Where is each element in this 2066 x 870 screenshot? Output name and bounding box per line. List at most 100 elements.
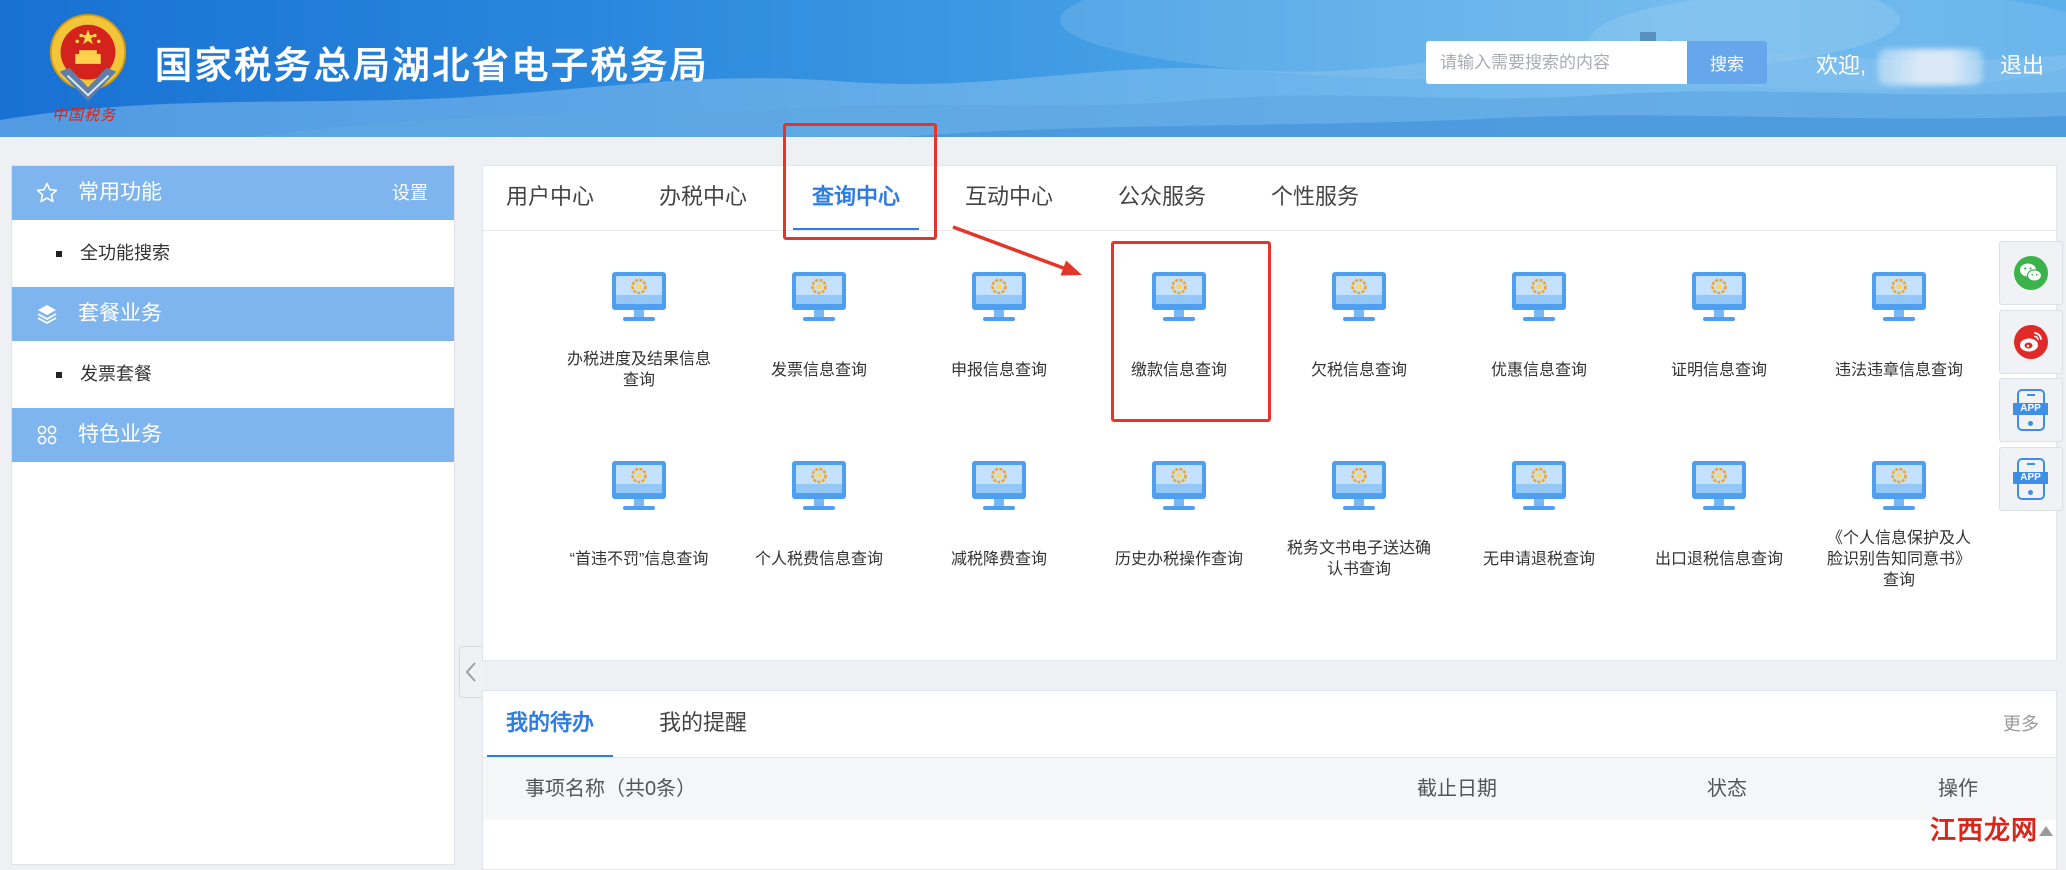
query-tile-label: 减税降费查询 [950,550,1047,568]
query-tile-preferential-info[interactable]: 优惠信息查询 [1449,270,1629,402]
sidebar-collapse-button[interactable] [459,646,482,698]
app-icon: APP [2013,389,2048,431]
query-tile-label: 无申请退税查询 [1482,550,1595,568]
weibo-button[interactable] [1999,310,2063,374]
query-tile-label: 出口退税信息查询 [1654,550,1783,568]
column-deadline: 截止日期 [1417,778,1497,800]
tab-user-center[interactable]: 用户中心 [487,166,613,231]
sidebar-item-label: 发票套餐 [80,364,152,384]
welcome-text: 欢迎, [1816,53,1867,78]
app-download-button[interactable]: APP [1999,378,2063,442]
sidebar-section-common[interactable]: 常用功能 设置 [12,166,454,220]
query-tile-refund-without-application[interactable]: 无申请退税查询 [1449,459,1629,591]
monitor-icon [1690,459,1748,512]
bullet-icon [56,251,62,257]
monitor-icon [1510,459,1568,512]
settings-link[interactable]: 设置 [392,166,428,220]
sidebar-section-title: 套餐业务 [78,302,162,325]
monitor-icon [790,270,848,323]
todo-tab-bar: 我的待办 我的提醒 [487,691,766,758]
todo-table-header: 事项名称（共0条） 截止日期 状态 操作 [483,758,2056,820]
query-tile-label: “首违不罚”信息查询 [569,550,709,568]
tab-my-reminders[interactable]: 我的提醒 [640,691,766,758]
logout-link[interactable]: 退出 [2000,50,2044,82]
top-header: 中国税务 国家税务总局湖北省电子税务局 搜索 欢迎, 退出 [0,0,2066,137]
more-link[interactable]: 更多 [2003,691,2039,758]
tab-divider [483,230,2056,231]
query-tile-label: 优惠信息查询 [1490,361,1587,379]
tab-my-todo[interactable]: 我的待办 [487,691,613,758]
query-tile-label: 欠税信息查询 [1310,361,1407,379]
sidebar-section-title: 特色业务 [78,423,162,446]
app-label: APP [2013,472,2048,484]
search-input[interactable] [1426,41,1687,84]
query-tile-declaration-info[interactable]: 申报信息查询 [909,270,1089,402]
todo-panel: 我的待办 我的提醒 更多 事项名称（共0条） 截止日期 状态 操作 [482,690,2057,870]
tab-public-service[interactable]: 公众服务 [1099,166,1225,231]
query-tile-tax-reduction[interactable]: 减税降费查询 [909,459,1089,591]
query-tile-personal-tax-fee[interactable]: 个人税费信息查询 [729,459,909,591]
query-tile-first-offense[interactable]: “首违不罚”信息查询 [549,459,729,591]
wechat-icon [2014,256,2048,290]
column-item-name: 事项名称（共0条） [525,778,697,800]
query-tile-history-operations[interactable]: 历史办税操作查询 [1089,459,1269,591]
weibo-icon [2014,325,2048,359]
national-emblem-icon [49,13,127,102]
sidebar-section-packages[interactable]: 套餐业务 [12,287,454,341]
username-blurred [1878,49,1983,85]
layers-icon [37,305,57,325]
query-tile-tax-progress[interactable]: 办税进度及结果信息查询 [549,270,729,402]
sidebar-section-featured[interactable]: 特色业务 [12,408,454,462]
app-download-button-2[interactable]: APP [1999,447,2063,511]
star-icon [36,182,58,203]
monitor-icon [1330,270,1388,323]
monitor-icon [1690,270,1748,323]
tab-interaction-center[interactable]: 互动中心 [946,166,1072,231]
bullet-icon [56,372,62,378]
query-tile-label: 《个人信息保护及人脸识别告知同意书》查询 [1826,529,1971,589]
tab-tax-center[interactable]: 办税中心 [640,166,766,231]
app-label: APP [2013,403,2048,415]
query-tile-personal-info-consent[interactable]: 《个人信息保护及人脸识别告知同意书》查询 [1809,459,1989,591]
query-tile-label: 发票信息查询 [770,361,867,379]
watermark-logo: 江西龙网 [1930,816,2039,846]
tax-emblem-logo[interactable]: 中国税务 [40,10,136,130]
query-tile-label: 历史办税操作查询 [1114,550,1243,568]
floating-toolbar: APP APP [1999,241,2063,511]
monitor-icon [970,459,1028,512]
tab-personal-service[interactable]: 个性服务 [1252,166,1378,231]
sidebar-item-invoice-package[interactable]: 发票套餐 [12,341,454,408]
query-tile-label: 个人税费信息查询 [754,550,883,568]
site-title: 国家税务总局湖北省电子税务局 [155,45,710,86]
column-status: 状态 [1707,778,1747,800]
query-tile-violation-info[interactable]: 违法违章信息查询 [1809,270,1989,402]
query-tile-label: 税务文书电子送达确认书查询 [1286,540,1431,578]
highlight-box-query-center [783,123,937,240]
query-tile-document-delivery[interactable]: 税务文书电子送达确认书查询 [1269,459,1449,591]
monitor-icon [610,270,668,323]
sidebar-section-title: 常用功能 [78,181,162,204]
query-tile-label: 办税进度及结果信息查询 [566,351,711,389]
grid-icon [37,425,57,445]
scroll-top-icon[interactable] [2039,826,2053,836]
sidebar-item-full-search[interactable]: 全功能搜索 [12,220,454,287]
query-tile-certificate-info[interactable]: 证明信息查询 [1629,270,1809,402]
query-tile-export-refund[interactable]: 出口退税信息查询 [1629,459,1809,591]
query-tile-invoice-info[interactable]: 发票信息查询 [729,270,909,402]
query-tile-tax-arrears[interactable]: 欠税信息查询 [1269,270,1449,402]
monitor-icon [1150,459,1208,512]
logo-calligraphy: 中国税务 [52,106,117,124]
highlight-box-payment-info [1111,241,1271,422]
search-button[interactable]: 搜索 [1687,41,1767,84]
sidebar: 常用功能 设置 全功能搜索 套餐业务 发票套餐 特色业务 [11,165,455,865]
app-icon: APP [2013,458,2048,500]
monitor-icon [970,270,1028,323]
monitor-icon [1510,270,1568,323]
chevron-left-icon [465,662,476,682]
sidebar-item-label: 全功能搜索 [80,243,170,263]
monitor-icon [790,459,848,512]
monitor-icon [1870,459,1928,512]
monitor-icon [1870,270,1928,323]
wechat-button[interactable] [1999,241,2063,305]
query-tile-label: 违法违章信息查询 [1834,361,1963,379]
